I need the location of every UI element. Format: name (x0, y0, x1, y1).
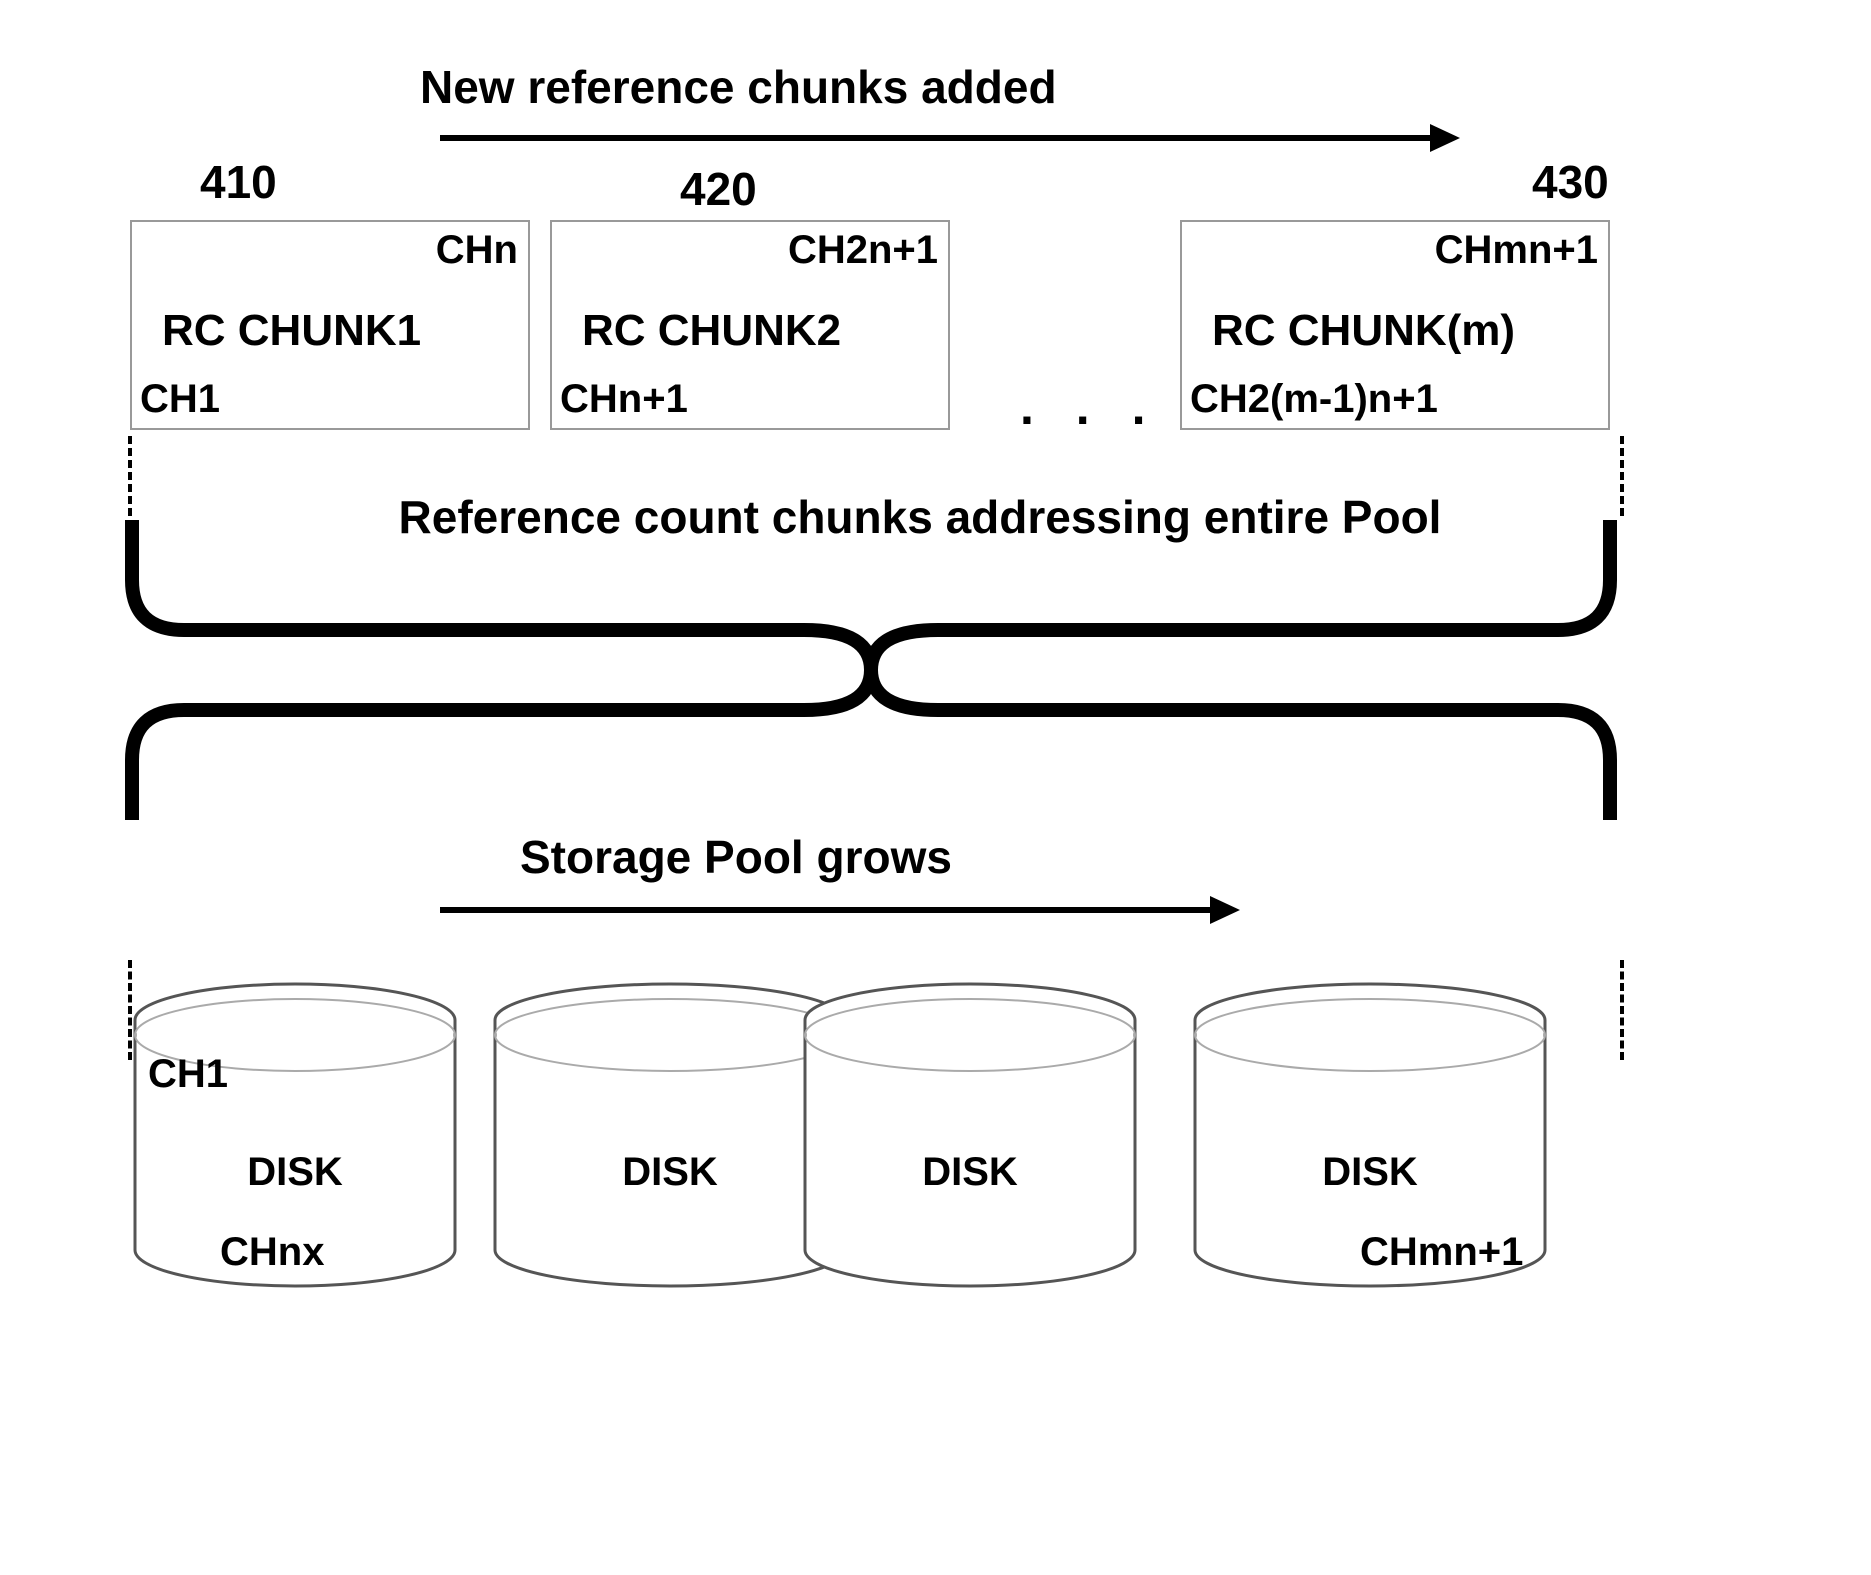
disk-main: DISK (247, 1150, 343, 1195)
chunk-box-2: CH2n+1 RC CHUNK2 CHn+1 (550, 220, 950, 430)
ref-number-420: 420 (680, 162, 757, 216)
chunk-box-3: CHmn+1 RC CHUNK(m) CH2(m-1)n+1 (1180, 220, 1610, 430)
chunk-bottom-left: CHn+1 (560, 377, 688, 422)
cylinder-icon (490, 980, 850, 1290)
disk-bottom: CHmn+1 (1360, 1230, 1523, 1275)
chunk-mid: RC CHUNK2 (582, 306, 841, 356)
top-title: New reference chunks added (420, 60, 1057, 114)
chunk-mid: RC CHUNK1 (162, 306, 421, 356)
chunks-row: CHn RC CHUNK1 CH1 CH2n+1 RC CHUNK2 CHn+1… (130, 220, 1730, 430)
connector-bracket (124, 510, 1618, 830)
disk-main: DISK (622, 1150, 718, 1195)
disk-main: DISK (922, 1150, 1018, 1195)
chunk-bottom-left: CH1 (140, 377, 220, 422)
diagram-canvas: New reference chunks added 410 420 430 C… (120, 60, 1740, 1500)
cylinder-icon (800, 980, 1140, 1290)
disk-top-left: CH1 (148, 1052, 228, 1097)
dash-top-right (1620, 436, 1624, 516)
disk-2: DISK (490, 980, 850, 1290)
disk-main: DISK (1322, 1150, 1418, 1195)
chunk-mid: RC CHUNK(m) (1212, 306, 1515, 356)
chunk-top-right: CH2n+1 (788, 228, 938, 273)
chunk-box-1: CHn RC CHUNK1 CH1 (130, 220, 530, 430)
disks-row: CH1 DISK CHnx DISK DISK (120, 980, 1720, 1320)
chunk-top-right: CHn (436, 228, 518, 273)
ref-number-430: 430 (1532, 155, 1609, 209)
arrow-top (440, 118, 1460, 158)
chunk-bottom-left: CH2(m-1)n+1 (1190, 377, 1438, 422)
dash-top-left (128, 436, 132, 516)
ellipsis: . . . (1020, 378, 1159, 436)
disk-3: DISK (800, 980, 1140, 1290)
chunk-top-right: CHmn+1 (1435, 228, 1598, 273)
ref-number-410: 410 (200, 155, 277, 209)
disk-bottom: CHnx (220, 1230, 324, 1275)
disk-4: DISK CHmn+1 (1190, 980, 1550, 1290)
disk-1: CH1 DISK CHnx (130, 980, 460, 1290)
arrow-pool (440, 890, 1240, 930)
pool-title: Storage Pool grows (520, 830, 952, 884)
